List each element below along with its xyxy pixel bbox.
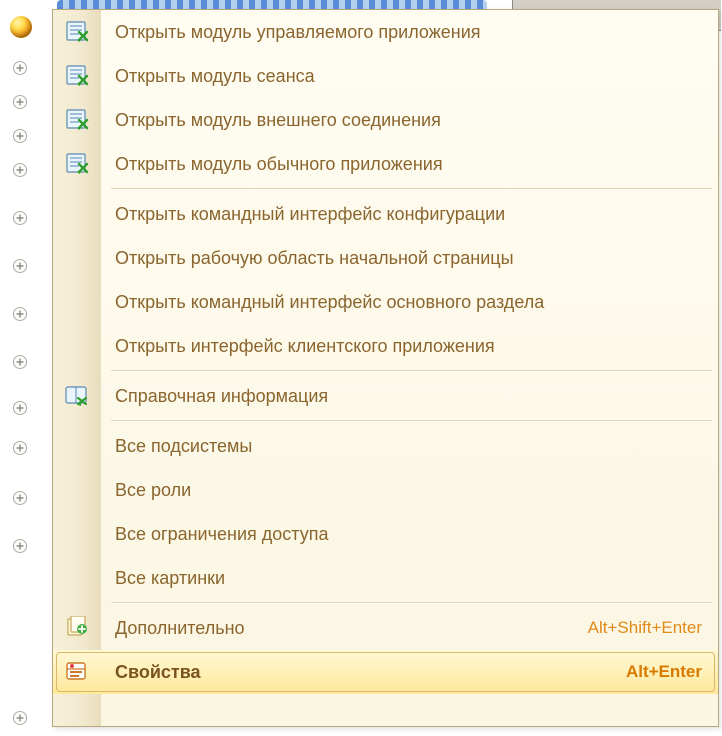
blank-icon xyxy=(53,324,101,368)
menu-item-shortcut: Alt+Enter xyxy=(626,662,718,682)
help-icon xyxy=(53,374,101,418)
menu-item[interactable]: Открыть модуль обычного приложения xyxy=(53,142,718,186)
menu-item[interactable]: Открыть модуль сеанса xyxy=(53,54,718,98)
menu-item[interactable]: Справочная информация xyxy=(53,374,718,418)
menu-item[interactable]: Открыть командный интерфейс конфигурации xyxy=(53,192,718,236)
menu-item-label: Все подсистемы xyxy=(101,436,718,457)
menu-item-label: Свойства xyxy=(101,662,626,683)
tree-expand-icon[interactable] xyxy=(12,94,28,110)
tree-expand-icon[interactable] xyxy=(12,490,28,506)
tree-expand-icon[interactable] xyxy=(12,60,28,76)
menu-item-label: Открыть командный интерфейс конфигурации xyxy=(101,204,718,225)
module-icon xyxy=(53,54,101,98)
menu-item[interactable]: Открыть рабочую область начальной страни… xyxy=(53,236,718,280)
tree-expand-icon[interactable] xyxy=(12,538,28,554)
blank-icon xyxy=(53,556,101,600)
menu-item-shortcut: Alt+Shift+Enter xyxy=(588,618,718,638)
props-icon xyxy=(53,650,101,694)
menu-item[interactable]: Все ограничения доступа xyxy=(53,512,718,556)
menu-item[interactable]: СвойстваAlt+Enter xyxy=(53,650,718,694)
tree-expand-icon[interactable] xyxy=(12,128,28,144)
menu-item[interactable]: ДополнительноAlt+Shift+Enter xyxy=(53,606,718,650)
module-icon xyxy=(53,10,101,54)
blank-icon xyxy=(53,192,101,236)
menu-item[interactable]: Все картинки xyxy=(53,556,718,600)
config-root-icon xyxy=(10,16,32,38)
menu-item-label: Все ограничения доступа xyxy=(101,524,718,545)
tree-expand-icon[interactable] xyxy=(12,258,28,274)
context-menu: Открыть модуль управляемого приложения От… xyxy=(52,9,719,727)
menu-item-label: Открыть модуль внешнего соединения xyxy=(101,110,718,131)
menu-item[interactable]: Открыть модуль управляемого приложения xyxy=(53,10,718,54)
module-icon xyxy=(53,98,101,142)
menu-item-label: Открыть модуль управляемого приложения xyxy=(101,22,718,43)
tree-gutter xyxy=(0,0,48,736)
menu-item-label: Все картинки xyxy=(101,568,718,589)
extra-icon xyxy=(53,606,101,650)
blank-icon xyxy=(53,236,101,280)
tree-expand-icon[interactable] xyxy=(12,210,28,226)
tree-expand-icon[interactable] xyxy=(12,162,28,178)
menu-item[interactable]: Все подсистемы xyxy=(53,424,718,468)
menu-item-label: Открыть модуль сеанса xyxy=(101,66,718,87)
menu-item-label: Дополнительно xyxy=(101,618,588,639)
menu-item[interactable]: Открыть командный интерфейс основного ра… xyxy=(53,280,718,324)
menu-item-label: Открыть интерфейс клиентского приложения xyxy=(101,336,718,357)
tree-expand-icon[interactable] xyxy=(12,440,28,456)
tree-expand-icon[interactable] xyxy=(12,710,28,726)
module-icon xyxy=(53,142,101,186)
tree-expand-icon[interactable] xyxy=(12,400,28,416)
menu-item-label: Открыть командный интерфейс основного ра… xyxy=(101,292,718,313)
blank-icon xyxy=(53,424,101,468)
tree-expand-icon[interactable] xyxy=(12,354,28,370)
menu-item[interactable]: Открыть модуль внешнего соединения xyxy=(53,98,718,142)
menu-item-label: Открыть модуль обычного приложения xyxy=(101,154,718,175)
blank-icon xyxy=(53,512,101,556)
blank-icon xyxy=(53,280,101,324)
blank-icon xyxy=(53,468,101,512)
menu-item[interactable]: Открыть интерфейс клиентского приложения xyxy=(53,324,718,368)
tree-expand-icon[interactable] xyxy=(12,306,28,322)
menu-item-label: Справочная информация xyxy=(101,386,718,407)
menu-item-label: Открыть рабочую область начальной страни… xyxy=(101,248,718,269)
menu-item-label: Все роли xyxy=(101,480,718,501)
menu-item[interactable]: Все роли xyxy=(53,468,718,512)
